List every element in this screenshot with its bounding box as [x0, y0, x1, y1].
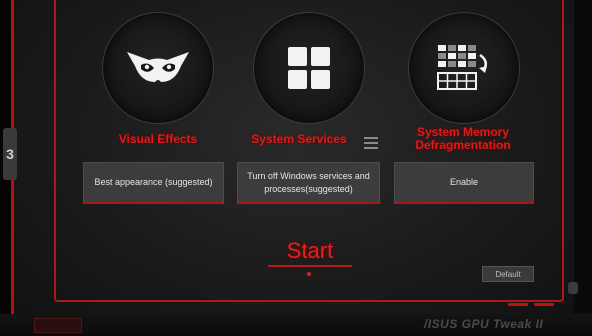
- visual-effects-title: Visual Effects: [118, 132, 198, 146]
- visual-effects-circle[interactable]: [102, 12, 214, 124]
- memory-defrag-icon: [409, 13, 519, 123]
- start-underline: [268, 265, 352, 267]
- scroll-handle[interactable]: [568, 282, 578, 294]
- brand-logo: /ISUS GPU Tweak II: [424, 317, 544, 331]
- memory-defrag-circle[interactable]: [408, 12, 520, 124]
- owl-eyes-icon: [103, 13, 213, 123]
- memory-defrag-title: System Memory Defragmentation: [415, 125, 511, 152]
- memory-defrag-value[interactable]: Enable: [394, 162, 534, 204]
- start-button[interactable]: Start: [262, 238, 358, 264]
- side-tab[interactable]: 3: [3, 128, 17, 180]
- system-services-value[interactable]: Turn off Windows services and processes(…: [237, 162, 380, 204]
- start-dot: [307, 272, 311, 276]
- system-services-circle[interactable]: [253, 12, 365, 124]
- side-tab-label: 3: [6, 146, 14, 162]
- accent-marker-right: [534, 303, 554, 306]
- accent-marker-left: [508, 303, 528, 306]
- bottom-tab[interactable]: [34, 318, 82, 333]
- system-services-title: System Services: [251, 132, 347, 146]
- gpu-tweak-window: 3 Visual Effects Best appearance (sugges…: [0, 0, 592, 336]
- list-icon[interactable]: [364, 137, 378, 149]
- grid-four-squares-icon: [254, 13, 364, 123]
- visual-effects-value[interactable]: Best appearance (suggested): [83, 162, 224, 204]
- default-button[interactable]: Default: [482, 266, 534, 282]
